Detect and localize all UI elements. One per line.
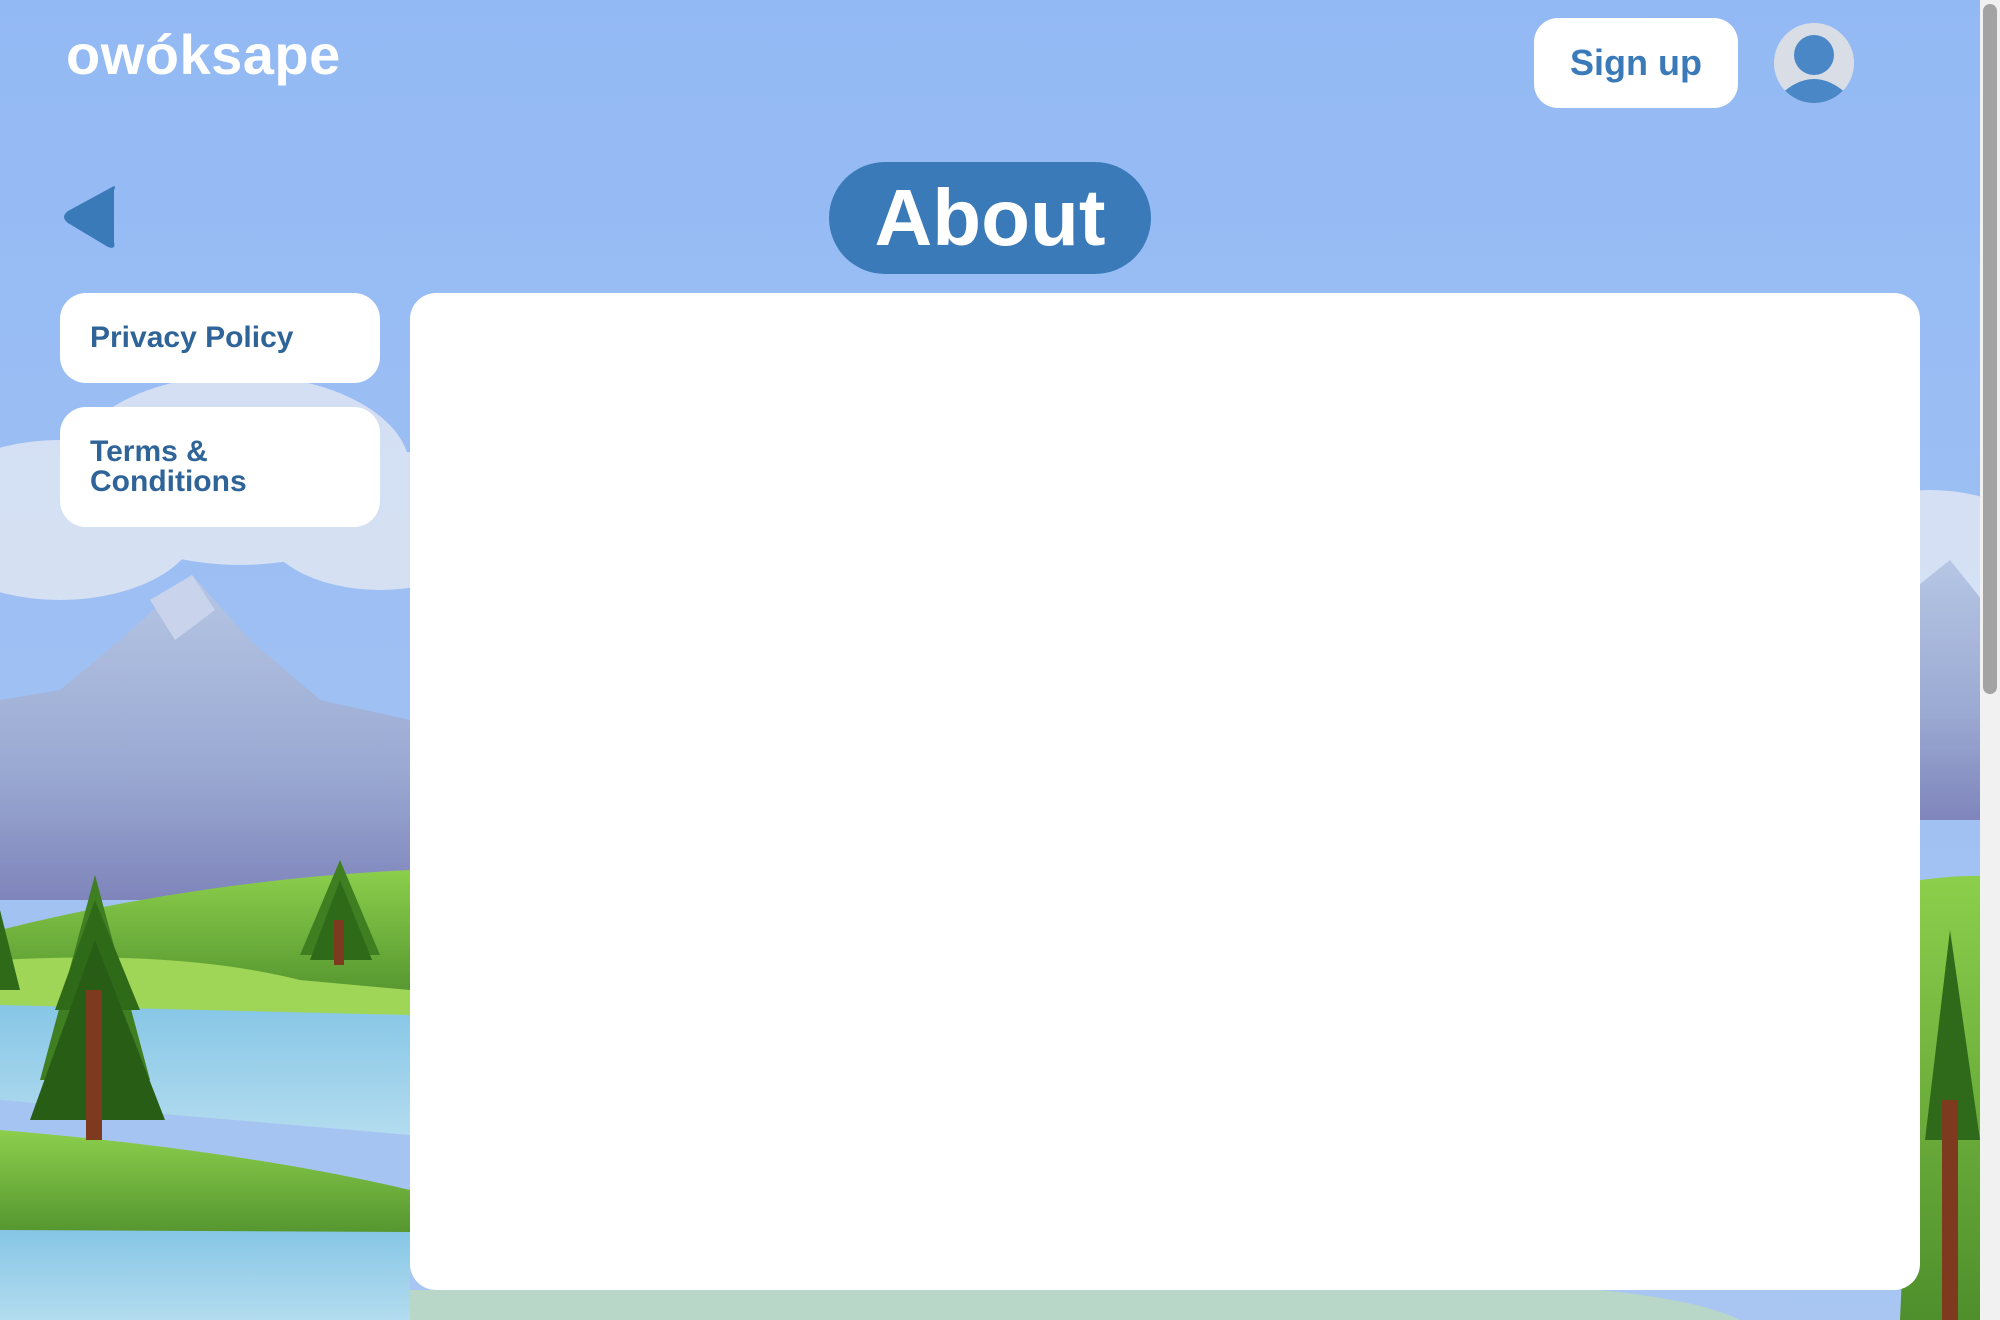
page-title: About — [829, 162, 1151, 274]
site-logo[interactable]: owóksape — [66, 22, 341, 87]
sidebar-item-privacy-policy[interactable]: Privacy Policy — [60, 293, 380, 383]
sidebar-item-label: Terms & Conditions — [90, 435, 247, 498]
content-panel — [410, 293, 1920, 1290]
sidebar-item-label: Privacy Policy — [90, 321, 294, 354]
user-avatar-icon[interactable] — [1774, 23, 1854, 103]
sign-up-button[interactable]: Sign up — [1534, 18, 1738, 108]
scrollbar-thumb[interactable] — [1983, 4, 1997, 694]
sidebar-item-terms-conditions[interactable]: Terms & Conditions — [60, 407, 380, 527]
back-arrow-icon[interactable] — [58, 184, 118, 250]
